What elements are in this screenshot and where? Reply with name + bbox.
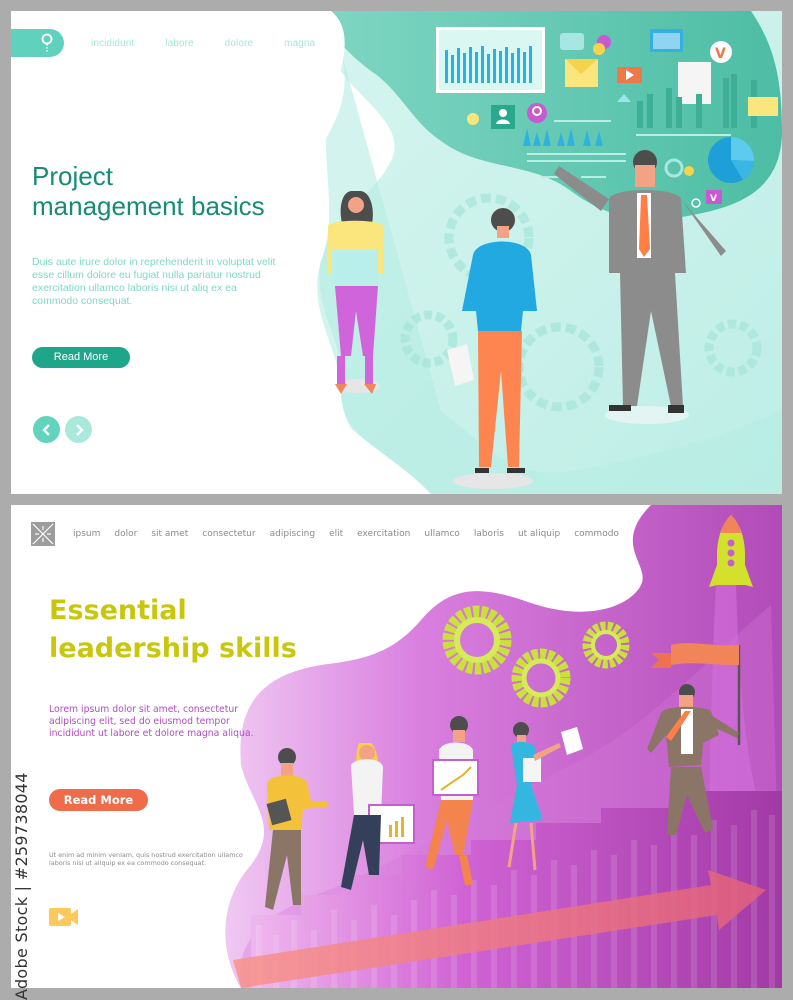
- chevron-right-icon: [75, 423, 84, 436]
- nav-link-incididunt[interactable]: incididunt: [91, 38, 134, 49]
- nav-link-adipiscing[interactable]: adipiscing: [270, 529, 316, 539]
- leadership-skills-panel: ipsum dolor sit amet consectetur adipisc…: [11, 505, 782, 988]
- nav-link-dolor[interactable]: dolor: [114, 529, 137, 539]
- dot-icon: [467, 113, 479, 125]
- location-pin-icon: [527, 103, 547, 123]
- menu-button[interactable]: [31, 522, 55, 546]
- read-more-button[interactable]: Read More: [49, 789, 148, 811]
- title-line-1: Essential: [49, 595, 187, 626]
- nav-link-consectetur[interactable]: consectetur: [202, 529, 255, 539]
- nav-link-ullamco[interactable]: ullamco: [424, 529, 459, 539]
- user-card-icon: [491, 105, 515, 129]
- chevron-left-icon: [41, 423, 50, 436]
- intro-paragraph: Lorem ipsum dolor sit amet, consectetur …: [49, 704, 254, 739]
- svg-text:V: V: [710, 194, 717, 204]
- nav-link-labore[interactable]: labore: [165, 38, 193, 49]
- menu-burst-icon: [32, 523, 54, 545]
- search-button[interactable]: [11, 29, 64, 57]
- search-pin-icon: [41, 33, 53, 52]
- project-management-panel: V V incididunt labore dolore magna Proje…: [11, 11, 782, 494]
- nav-link-laboris[interactable]: laboris: [474, 529, 504, 539]
- video-play-icon: [617, 67, 642, 83]
- purple-illustration-background: [225, 505, 782, 988]
- video-camera-icon: [49, 908, 78, 926]
- pie-chart-icon: [708, 137, 755, 183]
- bottom-navigation: ipsum dolor sit amet consectetur adipisc…: [31, 522, 633, 546]
- title-line-2: management basics: [32, 191, 265, 221]
- nav-link-ipsum[interactable]: ipsum: [73, 529, 100, 539]
- calendar-icon: [650, 29, 683, 52]
- envelope-icon: [748, 97, 778, 116]
- v-marker-icon: V: [710, 41, 732, 63]
- nav-link-sit-amet[interactable]: sit amet: [151, 529, 188, 539]
- teal-illustration-background: V V: [11, 11, 782, 494]
- top-navigation: incididunt labore dolore magna: [11, 29, 346, 57]
- page-title: Essential leadership skills: [49, 592, 349, 668]
- stock-watermark: Adobe Stock | #259738044: [12, 772, 31, 1000]
- svg-text:V: V: [715, 46, 726, 62]
- page-title: Project management basics: [32, 161, 312, 221]
- bar-chart-board-icon: [436, 27, 545, 93]
- location-pin-icon: [593, 43, 605, 55]
- nav-link-commodo[interactable]: commodo: [574, 529, 619, 539]
- intro-paragraph: Duis aute irure dolor in reprehenderit i…: [32, 256, 276, 307]
- bottom-nav-links: ipsum dolor sit amet consectetur adipisc…: [73, 529, 633, 539]
- envelope-icon: [565, 59, 598, 87]
- read-more-button[interactable]: Read More: [32, 347, 130, 368]
- title-line-2: leadership skills: [49, 633, 297, 664]
- title-line-1: Project: [32, 161, 113, 191]
- nav-link-magna[interactable]: magna: [284, 38, 315, 49]
- top-nav-links: incididunt labore dolore magna: [91, 38, 346, 49]
- chat-bubble-icon: [560, 33, 584, 50]
- document-icon: [678, 62, 711, 104]
- gear-icon: [684, 166, 694, 176]
- watermark-text: Adobe Stock | #259738044: [12, 772, 31, 1000]
- nav-link-elit[interactable]: elit: [329, 529, 343, 539]
- nav-link-ut-aliquip[interactable]: ut aliquip: [518, 529, 560, 539]
- nav-link-dolore[interactable]: dolore: [225, 38, 253, 49]
- v-chat-icon: V: [706, 190, 722, 204]
- nav-link-exercitation[interactable]: exercitation: [357, 529, 410, 539]
- next-button[interactable]: [65, 416, 92, 443]
- video-button[interactable]: [49, 907, 79, 931]
- footnote-text: Ut enim ad minim veniam, quis nostrud ex…: [49, 851, 243, 867]
- previous-button[interactable]: [33, 416, 60, 443]
